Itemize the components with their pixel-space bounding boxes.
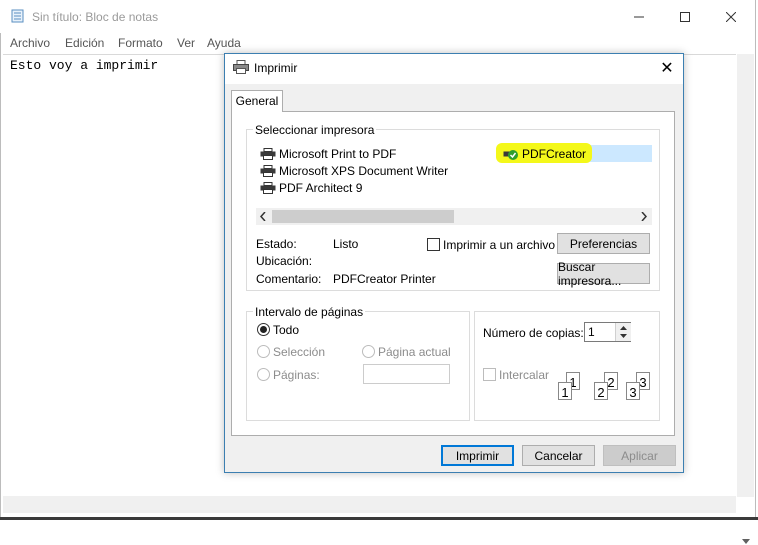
select-printer-label: Seleccionar impresora [253, 123, 377, 137]
preferences-button[interactable]: Preferencias [557, 233, 650, 254]
editor-text: Esto voy a imprimir [10, 58, 159, 73]
printer-icon [260, 148, 276, 160]
print-to-file-checkbox[interactable] [427, 238, 440, 251]
radio-pages[interactable] [257, 368, 270, 381]
collate-page: 3 [626, 382, 640, 400]
scroll-left-icon[interactable] [260, 212, 266, 221]
menu-edicion[interactable]: Edición [65, 36, 104, 50]
radio-pages-label: Páginas: [273, 368, 320, 382]
printer-icon [260, 165, 276, 177]
maximize-button[interactable] [662, 0, 708, 33]
pages-input[interactable] [363, 364, 450, 384]
printer-list-scroll-thumb[interactable] [272, 210, 454, 223]
copies-value: 1 [588, 325, 595, 339]
printer-item-microsoft-print-to-pdf[interactable]: Microsoft Print to PDF [260, 147, 396, 161]
menu-ayuda[interactable]: Ayuda [207, 36, 241, 50]
radio-all-label: Todo [273, 323, 300, 337]
close-icon [726, 11, 736, 22]
radio-current-page[interactable] [362, 345, 375, 358]
printer-icon [233, 60, 249, 74]
printer-name: Microsoft XPS Document Writer [279, 164, 449, 178]
menu-ver[interactable]: Ver [177, 36, 195, 50]
collate-illustration: 1 1 2 2 3 3 [552, 370, 652, 402]
radio-selection[interactable] [257, 345, 270, 358]
close-button[interactable] [708, 0, 754, 33]
printer-name: PDF Architect 9 [279, 181, 363, 195]
print-button[interactable]: Imprimir [441, 445, 514, 466]
printer-item-pdfcreator[interactable]: PDFCreator [503, 147, 586, 161]
collate-label: Intercalar [499, 368, 550, 382]
location-label: Ubicación: [256, 254, 313, 268]
radio-current-page-label: Página actual [378, 345, 451, 359]
comment-value: PDFCreator Printer [333, 272, 436, 286]
collate-checkbox[interactable] [483, 368, 496, 381]
menu-formato[interactable]: Formato [118, 36, 163, 50]
print-to-file-label: Imprimir a un archivo [443, 238, 556, 252]
minimize-icon [634, 16, 644, 17]
copies-label: Número de copias: [483, 326, 584, 340]
notepad-icon [11, 9, 25, 23]
spin-up-icon[interactable] [620, 326, 627, 330]
dialog-title: Imprimir [254, 61, 298, 75]
copies-spinner[interactable] [615, 323, 631, 341]
maximize-icon [680, 11, 690, 22]
printer-name: Microsoft Print to PDF [279, 147, 397, 161]
scroll-down-icon [742, 539, 750, 544]
menu-archivo[interactable]: Archivo [10, 36, 50, 50]
status-label: Estado: [256, 237, 297, 251]
scroll-right-icon[interactable] [641, 212, 647, 221]
radio-dot [260, 326, 267, 333]
tab-general[interactable]: General [231, 90, 283, 112]
collate-page: 2 [594, 382, 608, 400]
editor-vertical-scrollbar[interactable] [737, 54, 754, 544]
printer-default-check-icon [503, 148, 519, 160]
spin-down-icon[interactable] [620, 334, 627, 338]
printer-item-microsoft-xps[interactable]: Microsoft XPS Document Writer [260, 164, 448, 178]
page-range-label: Intervalo de páginas [253, 305, 366, 319]
cancel-button[interactable]: Cancelar [522, 445, 595, 466]
menubar [0, 33, 758, 53]
notepad-title: Sin título: Bloc de notas [32, 10, 159, 24]
apply-button[interactable]: Aplicar [603, 445, 676, 466]
comment-label: Comentario: [256, 272, 322, 286]
window-border-right [755, 0, 756, 520]
minimize-button[interactable] [616, 0, 662, 33]
printer-name: PDFCreator [522, 147, 587, 161]
find-printer-button[interactable]: Buscar impresora... [557, 260, 650, 288]
close-icon: ✕ [660, 60, 674, 77]
editor-horizontal-scrollbar[interactable] [3, 496, 736, 513]
collate-page: 1 [558, 382, 572, 400]
printer-item-pdf-architect[interactable]: PDF Architect 9 [260, 181, 362, 195]
radio-selection-label: Selección [273, 345, 326, 359]
dialog-close-button[interactable]: ✕ [656, 57, 678, 79]
printer-icon [260, 182, 276, 194]
radio-all[interactable] [257, 323, 270, 336]
status-value: Listo [333, 237, 359, 251]
window-border-left [0, 33, 1, 520]
